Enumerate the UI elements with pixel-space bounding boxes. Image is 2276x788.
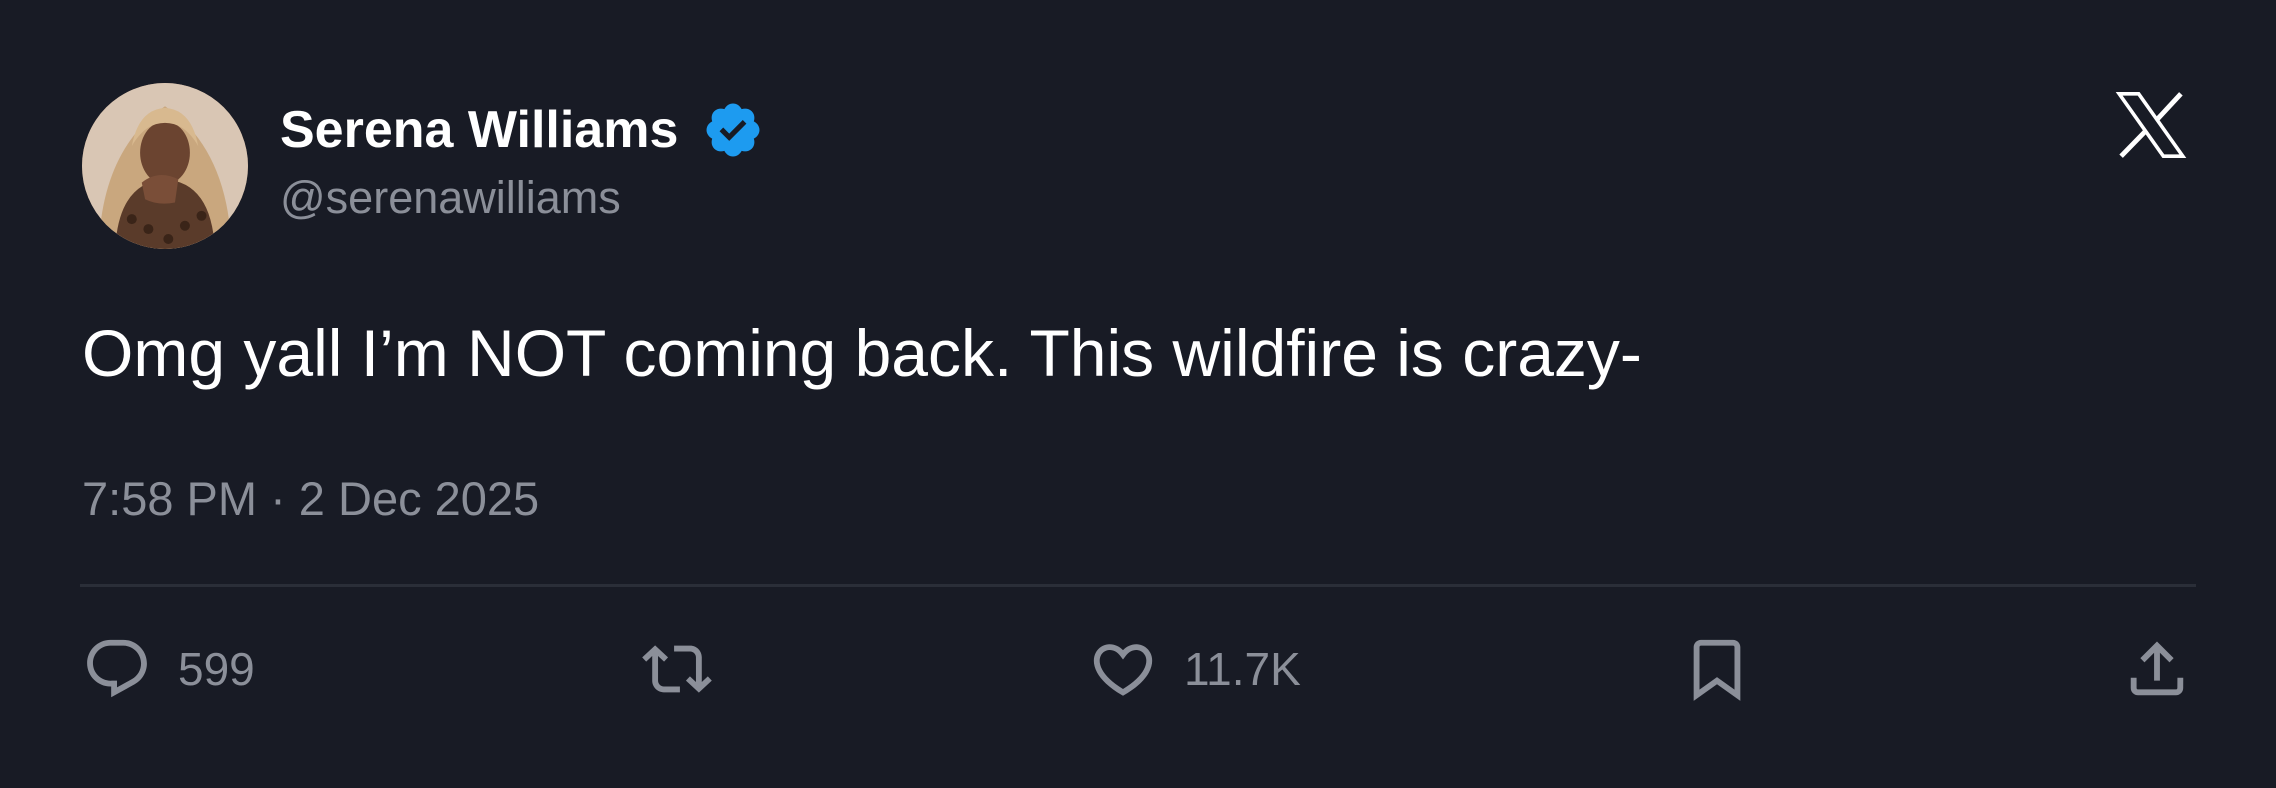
tweet-text: Omg yall I’m NOT coming back. This wildf… — [82, 316, 1642, 390]
heart-icon — [1088, 634, 1158, 704]
bookmark-icon — [1682, 634, 1752, 704]
like-button[interactable]: 11.7K — [1088, 634, 1301, 704]
reply-icon — [82, 634, 152, 704]
share-button[interactable] — [2122, 634, 2192, 704]
x-logo-icon[interactable] — [2112, 86, 2190, 164]
retweet-button[interactable] — [642, 634, 738, 704]
tweet-timestamp[interactable]: 7:58 PM · 2 Dec 2025 — [82, 470, 539, 528]
author-name-row: Serena Williams — [280, 98, 764, 162]
avatar[interactable] — [82, 83, 248, 249]
author-display-name[interactable]: Serena Williams — [280, 98, 678, 162]
tweet-card: Serena Williams @serenawilliams Omg yall… — [0, 0, 2276, 788]
author-handle[interactable]: @serenawilliams — [280, 170, 621, 226]
retweet-icon — [642, 634, 712, 704]
reply-button[interactable]: 599 — [82, 634, 255, 704]
avatar-image — [82, 83, 248, 249]
reply-count: 599 — [178, 643, 255, 695]
divider — [80, 584, 2196, 587]
share-icon — [2122, 634, 2192, 704]
verified-badge-icon — [702, 99, 764, 161]
like-count: 11.7K — [1184, 643, 1301, 695]
bookmark-button[interactable] — [1682, 634, 1752, 704]
